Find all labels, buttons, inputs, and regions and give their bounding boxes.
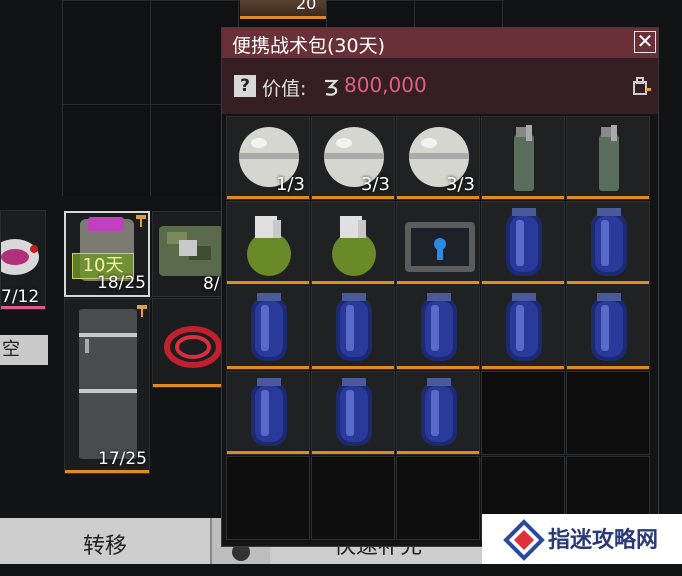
- pin-icon: [137, 305, 147, 317]
- rope-icon: [164, 326, 222, 368]
- pin-icon: [136, 215, 146, 227]
- rope-slot[interactable]: [152, 298, 222, 388]
- transfer-button[interactable]: 转移: [0, 518, 212, 564]
- item-bar: [227, 451, 309, 454]
- item-bar: [312, 366, 394, 369]
- blue-canister-icon: [421, 378, 457, 446]
- grid-cell-empty[interactable]: [311, 456, 395, 540]
- grid-cell-empty[interactable]: [481, 371, 565, 455]
- locker-icon: [79, 309, 137, 459]
- item-count: 3/3: [446, 174, 475, 195]
- blue-canister-icon: [336, 378, 372, 446]
- item-bar: [567, 366, 649, 369]
- locker-bar: [65, 470, 149, 473]
- item-bar: [227, 196, 309, 199]
- item-bar: [567, 281, 649, 284]
- grid-cell-green-frag-grenade[interactable]: [311, 201, 395, 285]
- grid-cell-white-sphere-grenade[interactable]: 3/3: [311, 116, 395, 200]
- grid-cell-blue-canister[interactable]: [566, 201, 650, 285]
- blue-canister-icon: [591, 208, 627, 276]
- grid-cell-blue-canister[interactable]: [481, 286, 565, 370]
- smoke-grenade-icon: [514, 125, 534, 191]
- background-top-item-count: 20: [296, 0, 317, 13]
- grid-cell-blue-canister[interactable]: [396, 286, 480, 370]
- grid-cell-blue-canister[interactable]: [481, 201, 565, 285]
- item-bar: [482, 196, 564, 199]
- grid-cell-blue-canister[interactable]: [566, 286, 650, 370]
- watermark-logo-icon: [503, 519, 545, 561]
- grid-cell-empty[interactable]: [566, 371, 650, 455]
- locker-count: 17/25: [98, 449, 147, 469]
- watermark-text: 指迷攻略网: [548, 528, 659, 553]
- backpack-slot[interactable]: 10天 18/25: [64, 211, 150, 297]
- blue-canister-icon: [421, 293, 457, 361]
- help-icon[interactable]: ?: [234, 75, 256, 97]
- blue-canister-icon: [336, 293, 372, 361]
- grid-cell-blue-canister[interactable]: [226, 286, 310, 370]
- item-count: 1/3: [276, 174, 305, 195]
- camo-case-slot[interactable]: 8/: [152, 211, 223, 297]
- green-frag-grenade-icon: [332, 216, 376, 276]
- item-bar: [397, 366, 479, 369]
- smoke-grenade-icon: [599, 125, 619, 191]
- blue-canister-icon: [506, 293, 542, 361]
- grid-cell-smoke-grenade[interactable]: [566, 116, 650, 200]
- grid-cell-tablet-device[interactable]: [396, 201, 480, 285]
- currency-icon: [325, 79, 339, 96]
- value-amount: 800,000: [344, 73, 427, 97]
- item-bar: [312, 451, 394, 454]
- backpack-count: 18/25: [97, 273, 146, 293]
- item-count: 3/3: [361, 174, 390, 195]
- green-frag-grenade-icon: [247, 216, 291, 276]
- item-bar: [482, 366, 564, 369]
- popup-header: 便携战术包(30天) ✕: [222, 28, 658, 58]
- blue-canister-icon: [251, 378, 287, 446]
- value-label: 价值:: [262, 78, 307, 100]
- popup-title: 便携战术包(30天): [232, 35, 386, 57]
- item-bar: [397, 281, 479, 284]
- blue-canister-icon: [506, 208, 542, 276]
- grid-cell-blue-canister[interactable]: [226, 371, 310, 455]
- locker-slot[interactable]: 17/25: [64, 298, 150, 474]
- helmet-slot[interactable]: 7/12: [0, 210, 46, 310]
- item-bar: [312, 196, 394, 199]
- grid-cell-empty[interactable]: [396, 456, 480, 540]
- helmet-durability-bar: [1, 306, 45, 309]
- blue-canister-icon: [251, 293, 287, 361]
- helmet-count: 7/12: [1, 287, 40, 307]
- grid-cell-green-frag-grenade[interactable]: [226, 201, 310, 285]
- grid-cell-blue-canister[interactable]: [311, 371, 395, 455]
- grid-cell-white-sphere-grenade[interactable]: 3/3: [396, 116, 480, 200]
- grid-cell-blue-canister[interactable]: [311, 286, 395, 370]
- item-bar: [397, 196, 479, 199]
- grid-cell-empty[interactable]: [226, 456, 310, 540]
- item-bar: [227, 281, 309, 284]
- blue-canister-icon: [591, 293, 627, 361]
- item-bar: [312, 281, 394, 284]
- watermark: 指迷攻略网: [482, 514, 682, 564]
- item-bar: [227, 366, 309, 369]
- item-bar: [482, 281, 564, 284]
- rope-bar: [153, 384, 221, 387]
- empty-label: 空: [0, 335, 48, 365]
- grid-cell-smoke-grenade[interactable]: [481, 116, 565, 200]
- lock-icon[interactable]: [632, 76, 652, 96]
- tablet-device-icon: [405, 222, 475, 272]
- camo-case-count: 8/: [203, 274, 220, 294]
- item-bar: [397, 451, 479, 454]
- close-button[interactable]: ✕: [634, 31, 656, 53]
- container-popup: 便携战术包(30天) ✕ ? 价值: 800,000 1/3 3/3 3/3: [221, 27, 659, 547]
- grid-cell-white-sphere-grenade[interactable]: 1/3: [226, 116, 310, 200]
- value-row: ? 价值: 800,000: [222, 58, 658, 114]
- item-bar: [567, 196, 649, 199]
- grid-cell-blue-canister[interactable]: [396, 371, 480, 455]
